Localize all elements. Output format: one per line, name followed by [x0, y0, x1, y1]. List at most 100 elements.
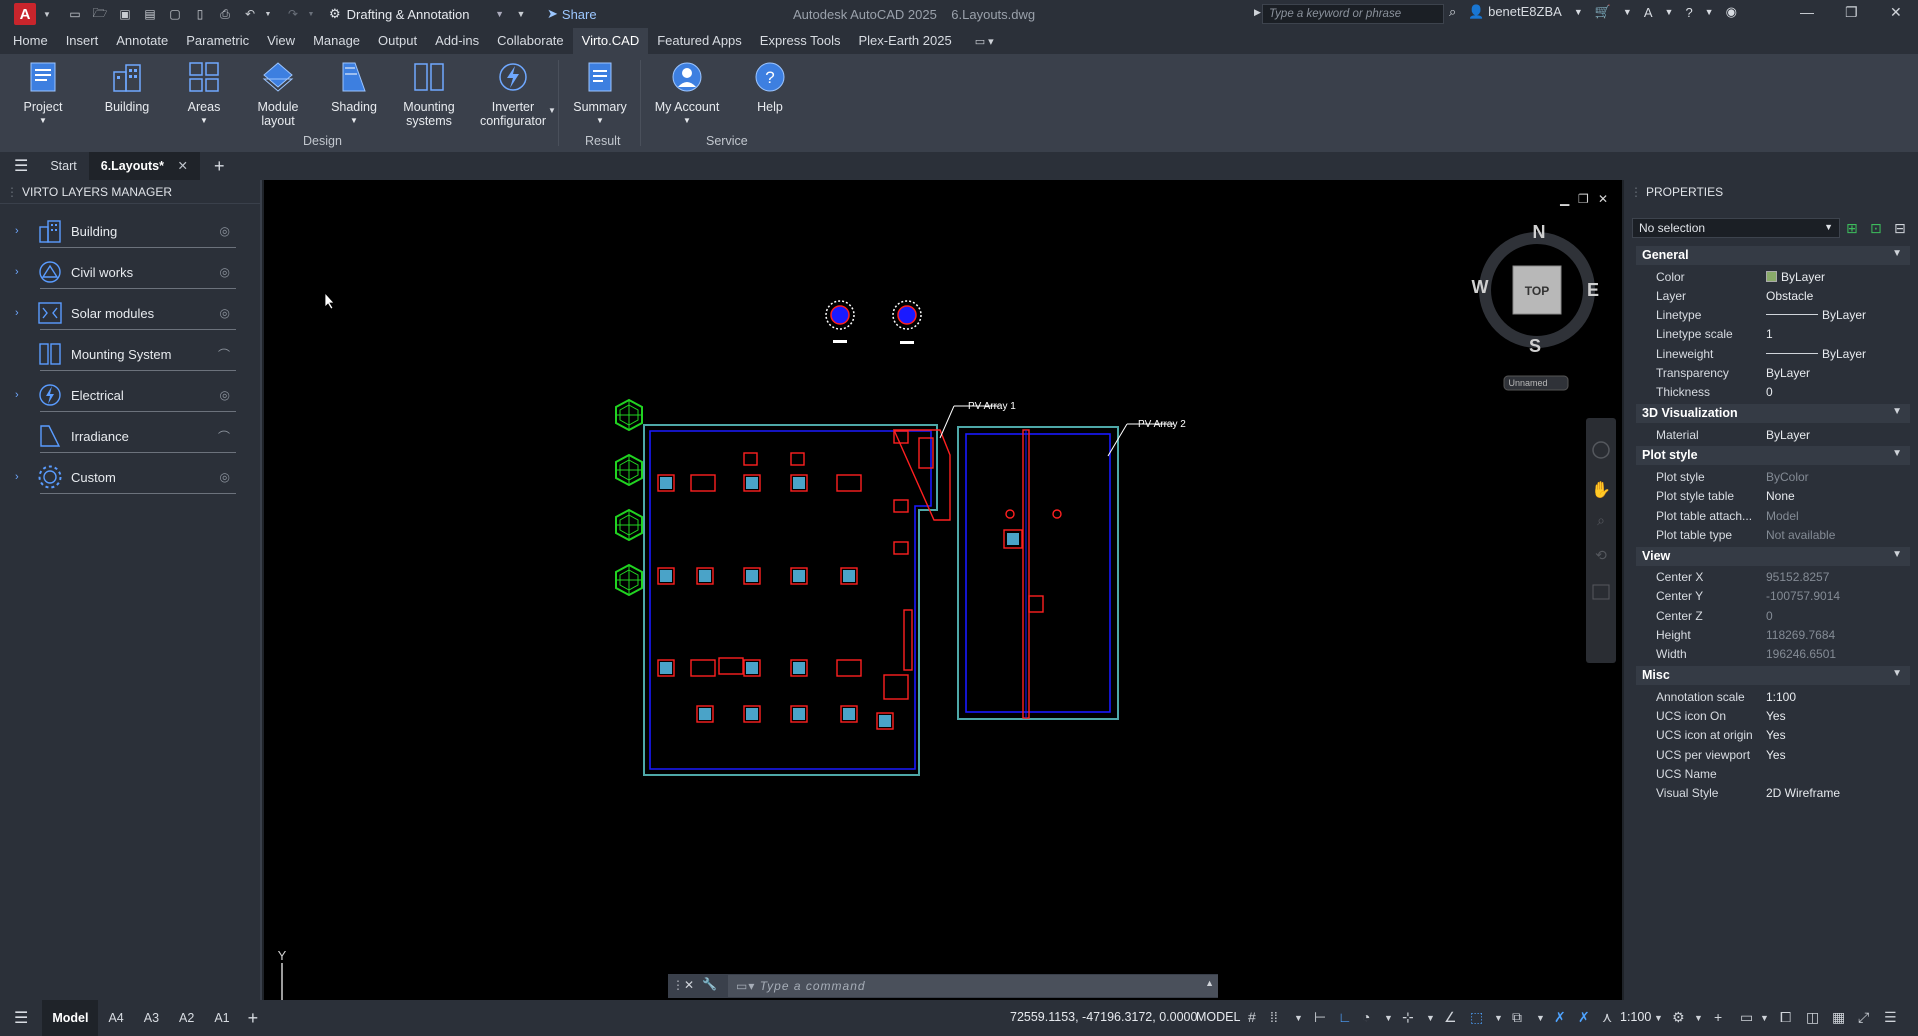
zoom-icon[interactable]: ⌕ — [1597, 512, 1605, 528]
redo-dropdown-icon[interactable]: ▼ — [303, 6, 319, 22]
summary-button[interactable]: Summary ▼ — [572, 60, 628, 128]
property-row[interactable]: Width 196246.6501 — [1636, 645, 1910, 664]
search-icon[interactable]: ⌕ — [1449, 4, 1456, 20]
selection-cycling-icon[interactable]: ⧉ — [1512, 1009, 1522, 1026]
panel-grip-icon[interactable]: ⋮ — [1630, 185, 1642, 199]
layer-item-solar-modules[interactable]: › Solar modules ◎ — [0, 296, 240, 330]
dropdown-icon[interactable]: ▼ — [39, 6, 55, 22]
section-misc[interactable]: Misc ▼ — [1636, 666, 1910, 686]
visibility-eye-icon[interactable]: ◎ — [220, 224, 230, 238]
hidden-eye-icon[interactable]: ⌒ — [218, 428, 230, 445]
quick-properties-icon[interactable]: ⧠ — [1780, 1009, 1791, 1026]
isometric-dropdown-icon[interactable]: ▼ — [1426, 1013, 1435, 1023]
tab-collaborate[interactable]: Collaborate — [488, 28, 573, 54]
module-layout-button[interactable]: Module layout — [254, 60, 302, 128]
object-snap-icon[interactable]: ⬚ — [1470, 1009, 1483, 1026]
property-row[interactable]: Thickness 0 — [1636, 383, 1910, 402]
crosshair-add-icon[interactable]: + — [1714, 1009, 1722, 1025]
tree-obstacle[interactable] — [615, 453, 643, 487]
undo-dropdown-icon[interactable]: ▼ — [260, 6, 276, 22]
layer-item-building[interactable]: › Building ◎ — [0, 214, 240, 248]
annotation-scale-value[interactable]: 1:100 — [1620, 1010, 1651, 1024]
expand-chevron-icon[interactable]: › — [15, 225, 31, 237]
tab-manage[interactable]: Manage — [304, 28, 369, 54]
layout-menu-icon[interactable]: ☰ — [14, 1008, 28, 1028]
property-row[interactable]: Linetype ByLayer — [1636, 306, 1910, 325]
property-row[interactable]: Color ByLayer — [1636, 267, 1910, 286]
property-row[interactable]: Linetype scale 1 — [1636, 325, 1910, 344]
command-history-icon[interactable]: ▲ — [1205, 978, 1214, 988]
scale-dropdown-icon[interactable]: ▼ — [1654, 1013, 1663, 1023]
tab-add-ins[interactable]: Add-ins — [426, 28, 488, 54]
user-account[interactable]: 👤 benetE8ZBA — [1468, 4, 1562, 20]
property-row[interactable]: Height 118269.7684 — [1636, 626, 1910, 645]
compass-west[interactable]: W — [1472, 277, 1489, 297]
command-input[interactable]: ▭▾ Type a command — [728, 975, 1218, 997]
grip-icon[interactable]: ⋮ — [672, 978, 684, 992]
tree-obstacle[interactable] — [615, 398, 643, 432]
osnap-dropdown-icon[interactable]: ▼ — [1494, 1013, 1503, 1023]
new-tab-plus-icon[interactable]: + — [214, 156, 225, 177]
property-row[interactable]: Lineweight ByLayer — [1636, 344, 1910, 363]
isometric-drafting-icon[interactable]: ⊹ — [1402, 1009, 1414, 1026]
building-button[interactable]: Building — [102, 60, 152, 114]
property-row[interactable]: UCS Name — [1636, 764, 1910, 783]
property-row[interactable]: Layer Obstacle — [1636, 286, 1910, 305]
property-row[interactable]: Plot table attach... Model — [1636, 506, 1910, 525]
cart-icon[interactable]: 🛒 — [1595, 4, 1611, 20]
property-row[interactable]: Center Z 0 — [1636, 606, 1910, 625]
property-value[interactable]: ByLayer — [1766, 270, 1910, 284]
object-snap-tracking-icon[interactable]: ∠ — [1444, 1009, 1457, 1026]
expand-chevron-icon[interactable]: › — [15, 307, 31, 319]
property-value[interactable]: Yes — [1766, 709, 1910, 723]
property-value[interactable]: 196246.6501 — [1766, 647, 1910, 661]
help-button[interactable]: ? Help — [752, 60, 788, 114]
project-button[interactable]: Project ▼ — [22, 60, 64, 128]
user-dropdown-icon[interactable]: ▼ — [1574, 7, 1583, 17]
section-view[interactable]: View ▼ — [1636, 546, 1910, 566]
property-value[interactable]: 1:100 — [1766, 690, 1910, 704]
property-value[interactable]: ByLayer — [1766, 308, 1910, 322]
hardware-acceleration-icon[interactable]: ▦ — [1832, 1009, 1845, 1026]
save-as-icon[interactable]: ▤ — [142, 6, 158, 22]
property-row[interactable]: Center Y -100757.9014 — [1636, 587, 1910, 606]
minimize-icon[interactable]: — — [1800, 4, 1814, 20]
tab-view[interactable]: View — [258, 28, 304, 54]
restore-icon[interactable]: ❐ — [1845, 4, 1858, 21]
property-value[interactable]: Not available — [1766, 528, 1910, 542]
quick-select-icon[interactable]: ⊟ — [1894, 220, 1906, 237]
annotation-monitor-icon[interactable]: ▭ — [1740, 1009, 1753, 1026]
property-row[interactable]: Center X 95152.8257 — [1636, 568, 1910, 587]
tree-obstacle[interactable] — [615, 508, 643, 542]
inverter-dropdown-icon[interactable]: ▼ — [548, 106, 556, 115]
property-value[interactable]: Obstacle — [1766, 289, 1910, 303]
expand-arrow-icon[interactable]: ▶ — [1254, 7, 1261, 18]
ortho-mode-icon[interactable]: ∟ — [1338, 1009, 1352, 1025]
autodesk-app-icon[interactable]: A — [1644, 5, 1653, 20]
property-value[interactable]: 1 — [1766, 327, 1910, 341]
select-objects-icon[interactable]: ⊡ — [1870, 220, 1882, 237]
app-dropdown-icon[interactable]: ▼ — [1665, 7, 1674, 17]
add-layout-plus-icon[interactable]: + — [248, 1008, 259, 1029]
cursor-coordinates[interactable]: 72559.1153, -47196.3172, 0.0000 — [1010, 1010, 1197, 1024]
property-value[interactable]: 2D Wireframe — [1766, 786, 1910, 800]
tab-output[interactable]: Output — [369, 28, 426, 54]
open-folder-icon[interactable]: 🗁 — [92, 6, 108, 22]
grid-icon[interactable]: # — [1248, 1009, 1256, 1025]
tab-home[interactable]: Home — [4, 28, 57, 54]
collapse-icon[interactable]: ▼ — [1892, 406, 1902, 417]
tab-virto-cad[interactable]: Virto.CAD — [572, 28, 649, 54]
layer-item-irradiance[interactable]: › Irradiance ⌒ — [0, 419, 240, 453]
chimney-obstacle-2[interactable] — [892, 300, 922, 344]
search-input[interactable]: Type a keyword or phrase — [1262, 4, 1444, 24]
compass-east[interactable]: E — [1587, 280, 1599, 300]
property-row[interactable]: Visual Style 2D Wireframe — [1636, 784, 1910, 803]
property-value[interactable]: 0 — [1766, 385, 1910, 399]
section-general[interactable]: General ▼ — [1636, 246, 1910, 265]
app-menu-button[interactable]: A — [14, 3, 36, 25]
web-mobile-icon[interactable]: ▢ — [167, 6, 183, 22]
layer-item-civil-works[interactable]: › Civil works ◎ — [0, 255, 240, 289]
model-space-toggle[interactable]: MODEL — [1196, 1010, 1240, 1024]
tab-annotate[interactable]: Annotate — [107, 28, 177, 54]
undo-icon[interactable]: ↶ — [242, 6, 258, 22]
